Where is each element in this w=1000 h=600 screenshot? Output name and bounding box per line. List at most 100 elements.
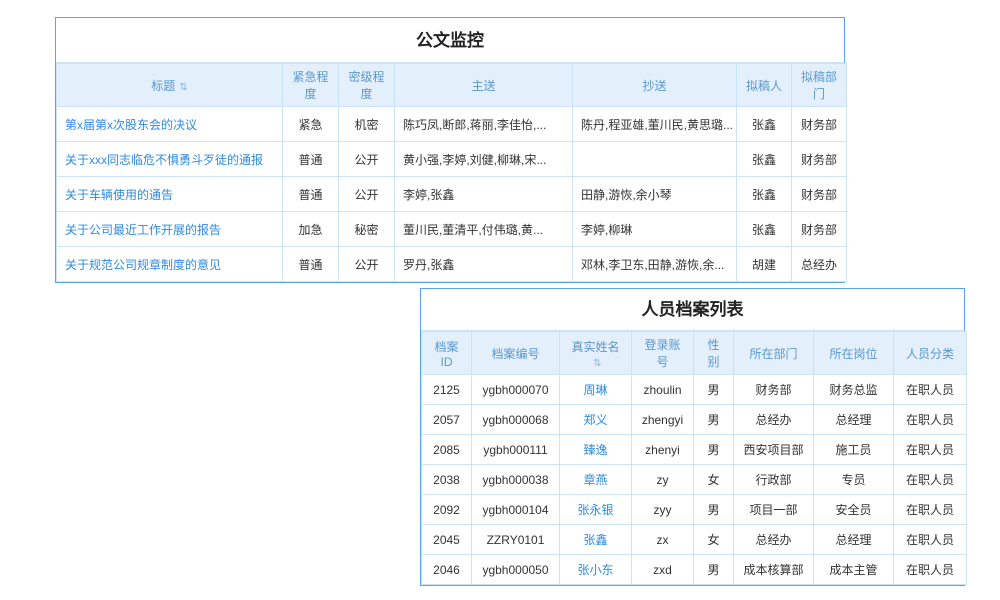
- table-cell: 成本主管: [814, 555, 894, 585]
- link-cell[interactable]: 第x届第x次股东会的决议: [57, 107, 283, 142]
- table-row: 关于规范公司规章制度的意见普通公开罗丹,张鑫邓林,李卫东,田静,游恢,余...胡…: [57, 247, 847, 282]
- table-cell: 在职人员: [894, 375, 967, 405]
- table-cell: 田静,游恢,余小琴: [573, 177, 737, 212]
- table-cell: 李婷,张鑫: [395, 177, 573, 212]
- link-cell[interactable]: 周琳: [560, 375, 632, 405]
- table-row: 2092ygbh000104张永银zyy男项目一部安全员在职人员: [422, 495, 967, 525]
- table-cell: 财务部: [792, 177, 847, 212]
- column-header-label: 档案编号: [491, 347, 539, 361]
- table-cell: 专员: [814, 465, 894, 495]
- table-cell: 紧急: [283, 107, 339, 142]
- table-cell: 张鑫: [737, 107, 792, 142]
- table-cell: 总经理: [814, 525, 894, 555]
- column-header-label: 标题: [151, 79, 175, 93]
- table-cell: 行政部: [734, 465, 814, 495]
- table-cell: ygbh000070: [472, 375, 560, 405]
- link-cell[interactable]: 关于xxx同志临危不惧勇斗歹徒的通报: [57, 142, 283, 177]
- table-cell: 普通: [283, 142, 339, 177]
- table-cell: 陈丹,程亚雄,董川民,黄思璐...: [573, 107, 737, 142]
- table-cell: zhenyi: [632, 435, 694, 465]
- table-cell: 财务部: [792, 142, 847, 177]
- table-cell: [573, 142, 737, 177]
- column-header: 人员分类: [894, 332, 967, 375]
- column-header-label: 紧急程度: [292, 70, 328, 101]
- column-header[interactable]: 真实姓名⇅: [560, 332, 632, 375]
- link-cell[interactable]: 张永银: [560, 495, 632, 525]
- column-header[interactable]: 标题 ⇅: [57, 64, 283, 107]
- table-cell: 张鑫: [737, 142, 792, 177]
- table-cell: 总经办: [734, 525, 814, 555]
- table-cell: 机密: [339, 107, 395, 142]
- table-cell: 财务总监: [814, 375, 894, 405]
- table-cell: ygbh000111: [472, 435, 560, 465]
- table-cell: 罗丹,张鑫: [395, 247, 573, 282]
- table-cell: zx: [632, 525, 694, 555]
- link-cell[interactable]: 关于公司最近工作开展的报告: [57, 212, 283, 247]
- personnel-list-panel: 人员档案列表 档案ID档案编号真实姓名⇅登录账号性别所在部门所在岗位人员分类 2…: [420, 288, 965, 586]
- doc-monitor-body: 第x届第x次股东会的决议紧急机密陈巧凤,断郎,蒋丽,李佳怡,...陈丹,程亚雄,…: [57, 107, 847, 282]
- table-row: 关于公司最近工作开展的报告加急秘密董川民,董清平,付伟璐,黄...李婷,柳琳张鑫…: [57, 212, 847, 247]
- doc-monitor-panel: 公文监控 标题⇅紧急程度密级程度主送抄送拟稿人拟稿部门 第x届第x次股东会的决议…: [55, 17, 845, 283]
- table-cell: zxd: [632, 555, 694, 585]
- table-cell: 男: [694, 495, 734, 525]
- table-cell: 邓林,李卫东,田静,游恢,余...: [573, 247, 737, 282]
- column-header: 密级程度: [339, 64, 395, 107]
- link-cell[interactable]: 章燕: [560, 465, 632, 495]
- table-cell: 男: [694, 405, 734, 435]
- column-header: 主送: [395, 64, 573, 107]
- link-cell[interactable]: 张鑫: [560, 525, 632, 555]
- column-header: 所在岗位: [814, 332, 894, 375]
- table-cell: 总经理: [814, 405, 894, 435]
- sort-icon[interactable]: ⇅: [593, 358, 601, 369]
- table-cell: 男: [694, 375, 734, 405]
- doc-monitor-table: 标题⇅紧急程度密级程度主送抄送拟稿人拟稿部门 第x届第x次股东会的决议紧急机密陈…: [56, 63, 847, 282]
- table-cell: 加急: [283, 212, 339, 247]
- column-header-label: 所在岗位: [829, 347, 877, 361]
- table-cell: 财务部: [792, 107, 847, 142]
- table-cell: zhengyi: [632, 405, 694, 435]
- column-header-label: 主送: [471, 79, 495, 93]
- table-cell: 女: [694, 465, 734, 495]
- page: { "doc_table": { "title": "公文监控", "colum…: [0, 0, 1000, 600]
- table-row: 2045ZZRY0101张鑫zx女总经办总经理在职人员: [422, 525, 967, 555]
- table-row: 2046ygbh000050张小东zxd男成本核算部成本主管在职人员: [422, 555, 967, 585]
- table-cell: 陈巧凤,断郎,蒋丽,李佳怡,...: [395, 107, 573, 142]
- table-cell: 董川民,董清平,付伟璐,黄...: [395, 212, 573, 247]
- table-row: 关于xxx同志临危不惧勇斗歹徒的通报普通公开黄小强,李婷,刘健,柳琳,宋...张…: [57, 142, 847, 177]
- table-cell: 公开: [339, 247, 395, 282]
- table-cell: 秘密: [339, 212, 395, 247]
- table-cell: 财务部: [734, 375, 814, 405]
- column-header: 档案编号: [472, 332, 560, 375]
- link-cell[interactable]: 张小东: [560, 555, 632, 585]
- column-header-label: 拟稿人: [746, 79, 782, 93]
- table-cell: 2057: [422, 405, 472, 435]
- column-header: 所在部门: [734, 332, 814, 375]
- sort-icon[interactable]: ⇅: [179, 82, 187, 93]
- personnel-list-table: 档案ID档案编号真实姓名⇅登录账号性别所在部门所在岗位人员分类 2125ygbh…: [421, 331, 967, 585]
- table-cell: 男: [694, 435, 734, 465]
- table-cell: 在职人员: [894, 495, 967, 525]
- table-cell: 项目一部: [734, 495, 814, 525]
- table-cell: 在职人员: [894, 555, 967, 585]
- table-cell: ygbh000050: [472, 555, 560, 585]
- link-cell[interactable]: 关于规范公司规章制度的意见: [57, 247, 283, 282]
- column-header: 拟稿部门: [792, 64, 847, 107]
- column-header: 抄送: [573, 64, 737, 107]
- table-cell: 成本核算部: [734, 555, 814, 585]
- table-row: 2125ygbh000070周琳zhoulin男财务部财务总监在职人员: [422, 375, 967, 405]
- table-cell: 2125: [422, 375, 472, 405]
- link-cell[interactable]: 郑义: [560, 405, 632, 435]
- table-cell: 施工员: [814, 435, 894, 465]
- column-header: 性别: [694, 332, 734, 375]
- table-row: 2057ygbh000068郑义zhengyi男总经办总经理在职人员: [422, 405, 967, 435]
- table-row: 2085ygbh000111臻逸zhenyi男西安项目部施工员在职人员: [422, 435, 967, 465]
- column-header-label: 人员分类: [906, 347, 954, 361]
- table-cell: 李婷,柳琳: [573, 212, 737, 247]
- column-header: 登录账号: [632, 332, 694, 375]
- table-cell: 总经办: [734, 405, 814, 435]
- link-cell[interactable]: 臻逸: [560, 435, 632, 465]
- link-cell[interactable]: 关于车辆使用的通告: [57, 177, 283, 212]
- column-header: 拟稿人: [737, 64, 792, 107]
- table-cell: 男: [694, 555, 734, 585]
- table-row: 关于车辆使用的通告普通公开李婷,张鑫田静,游恢,余小琴张鑫财务部: [57, 177, 847, 212]
